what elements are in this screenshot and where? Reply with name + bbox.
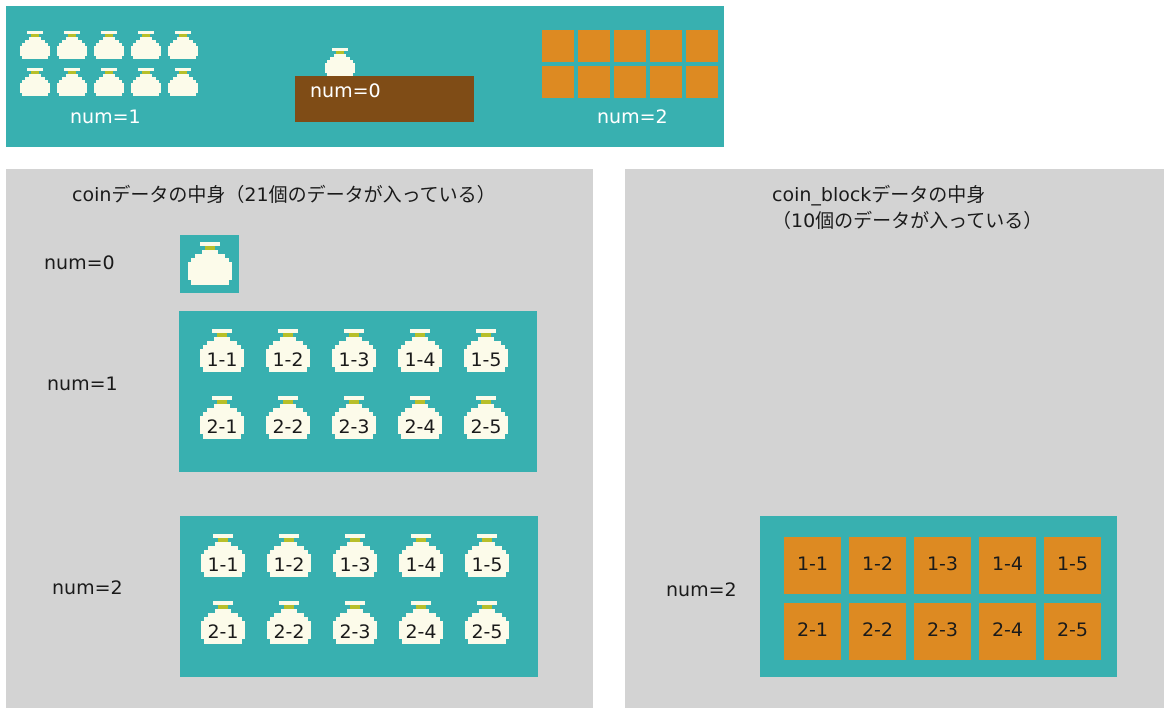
- block-panel-title-line1: coin_blockデータの中身: [772, 184, 986, 206]
- coin-label: 2-5: [471, 621, 503, 643]
- coin-label: 2-1: [207, 621, 239, 643]
- coin-bag-icon: [93, 68, 129, 102]
- coin-bag-icon: [19, 31, 55, 65]
- coin-panel-title: coinデータの中身（21個のデータが入っている）: [72, 184, 496, 206]
- coin-block-icon: [578, 66, 610, 98]
- coin-block-item: 2-5: [1044, 603, 1101, 660]
- coin-group-label-num1: num=1: [47, 373, 118, 395]
- coin-bag-icon: [93, 31, 129, 65]
- coin-block-item: 1-3: [914, 537, 971, 594]
- coin-bag-icon: [324, 48, 360, 82]
- coin-block-item: 1-2: [849, 537, 906, 594]
- coin-block-icon: [542, 30, 574, 62]
- coin-item: 1-3: [331, 329, 377, 375]
- coin-label: 1-5: [471, 554, 503, 576]
- coin-item: 1-5: [464, 534, 510, 580]
- coin-block-label: 2-1: [796, 619, 829, 641]
- coin-block-icon: [686, 66, 718, 98]
- coin-block-icon: [614, 30, 646, 62]
- coin-bag-icon: [130, 31, 166, 65]
- coin-item: 2-5: [464, 601, 510, 647]
- coin-block-item: 1-4: [979, 537, 1036, 594]
- coin-label: 2-5: [470, 416, 502, 438]
- coin-label: 2-1: [206, 416, 238, 438]
- coin-group-label-num0: num=0: [44, 252, 115, 274]
- coin-label: 1-4: [404, 349, 436, 371]
- coin-block-label: 1-2: [861, 553, 894, 575]
- coin-item: 2-3: [331, 396, 377, 442]
- block-panel-title-line2: （10個のデータが入っている）: [772, 210, 1043, 232]
- coin-label: 2-3: [338, 416, 370, 438]
- coin-item-num0: [187, 242, 233, 288]
- coin-item: 1-2: [266, 534, 312, 580]
- coin-bag-icon: [167, 68, 203, 102]
- top-center-label: num=0: [310, 80, 381, 102]
- coin-bag-icon: [56, 31, 92, 65]
- coin-block-icon: [650, 30, 682, 62]
- coin-block-icon: [578, 30, 610, 62]
- coin-item: 1-5: [463, 329, 509, 375]
- coin-label: 1-5: [470, 349, 502, 371]
- coin-bag-icon: [130, 68, 166, 102]
- coin-item: 1-1: [199, 329, 245, 375]
- coin-label: 1-2: [272, 349, 304, 371]
- coin-item: 1-4: [397, 329, 443, 375]
- top-left-label: num=1: [70, 106, 141, 128]
- coin-label: 2-4: [404, 416, 436, 438]
- coin-label: 1-4: [405, 554, 437, 576]
- coin-block-icon: [542, 66, 574, 98]
- coin-label: 2-3: [339, 621, 371, 643]
- coin-item: 2-2: [266, 601, 312, 647]
- coin-item: 2-1: [200, 601, 246, 647]
- coin-item: 2-4: [398, 601, 444, 647]
- coin-block-label: 2-2: [861, 619, 894, 641]
- coin-item: 1-1: [200, 534, 246, 580]
- coin-label: 1-1: [207, 554, 239, 576]
- coin-item: 1-4: [398, 534, 444, 580]
- coin-label: 1-2: [273, 554, 305, 576]
- coin-item: 2-5: [463, 396, 509, 442]
- coin-block-item: 1-5: [1044, 537, 1101, 594]
- block-group-label-num2: num=2: [666, 579, 737, 601]
- coin-block-item: 2-3: [914, 603, 971, 660]
- coin-block-label: 1-3: [926, 553, 959, 575]
- coin-label: 2-2: [272, 416, 304, 438]
- coin-item: 1-3: [332, 534, 378, 580]
- coin-block-label: 1-4: [991, 553, 1024, 575]
- coin-bag-icon: [56, 68, 92, 102]
- top-right-label: num=2: [597, 106, 668, 128]
- coin-block-icon: [614, 66, 646, 98]
- coin-label: 2-4: [405, 621, 437, 643]
- coin-block-item: 2-1: [784, 603, 841, 660]
- coin-block-label: 2-4: [991, 619, 1024, 641]
- coin-group-label-num2: num=2: [52, 577, 123, 599]
- coin-block-label: 2-5: [1056, 619, 1089, 641]
- coin-label: 1-1: [206, 349, 238, 371]
- coin-block-label: 1-1: [796, 553, 829, 575]
- coin-block-icon: [650, 66, 682, 98]
- coin-block-icon: [686, 30, 718, 62]
- coin-item: 1-2: [265, 329, 311, 375]
- coin-item: 2-3: [332, 601, 378, 647]
- coin-label: 1-3: [339, 554, 371, 576]
- coin-item: 2-4: [397, 396, 443, 442]
- coin-label: 2-2: [273, 621, 305, 643]
- coin-item: 2-1: [199, 396, 245, 442]
- coin-item: 2-2: [265, 396, 311, 442]
- coin-block-label: 2-3: [926, 619, 959, 641]
- coin-block-item: 2-2: [849, 603, 906, 660]
- coin-label: 1-3: [338, 349, 370, 371]
- coin-block-label: 1-5: [1056, 553, 1089, 575]
- coin-block-item: 2-4: [979, 603, 1036, 660]
- coin-bag-icon: [19, 68, 55, 102]
- coin-bag-icon: [167, 31, 203, 65]
- coin-block-item: 1-1: [784, 537, 841, 594]
